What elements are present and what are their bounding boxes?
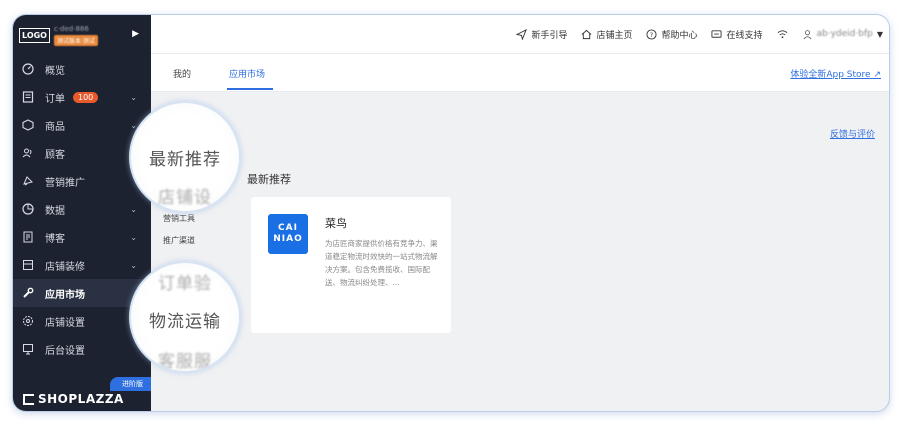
dashboard-icon [21,62,35,76]
sidebar-item-label: 商品 [45,121,65,133]
product-icon [21,118,35,132]
sidebar-item-label: 数据 [45,205,65,217]
sidebar-item-label: 订单 [45,93,65,105]
send-icon [516,28,528,40]
shoplazza-mark-icon [23,393,34,405]
store-home-label: 店铺主页 [596,30,633,41]
tab-app-market[interactable]: 应用市场 [229,67,265,80]
guide-label: 新手引导 [531,30,568,41]
category-marketing-tools[interactable]: 营销工具 [163,213,195,224]
magnified-text: 客服服 [158,352,212,372]
sidebar-item-orders[interactable]: 订单 100 ⌄ [13,83,151,111]
store-plan-badge: 测试版本·测试 [53,34,98,46]
edition-badge: 进阶版 [110,377,151,391]
store-design-icon [21,258,35,272]
store-switch-arrow-icon[interactable]: ▶ [132,29,139,39]
new-app-store-link[interactable]: 体验全新App Store ↗ [790,67,881,80]
sidebar-item-label: 后台设置 [45,345,85,357]
magnifier-top: 最新推荐 店铺设 [129,101,241,213]
marketing-icon [21,174,35,188]
sidebar-item-label: 营销推广 [45,177,85,189]
tabs-bar: 我的 应用市场 体验全新App Store ↗ [151,54,889,92]
sidebar-item-label: 应用市场 [45,289,85,301]
section-title: 最新推荐 [247,173,291,186]
sidebar-item-label: 店铺设置 [45,317,85,329]
caret-down-icon: ▼ [876,29,883,39]
monitor-icon [21,342,35,356]
user-name: ab·ydeid·bfp [816,29,873,39]
store-info: c·ded·886 测试版本·测试 [53,24,98,46]
app-window: LOGO c·ded·886 测试版本·测试 ▶ 概览 订单 100 ⌄ 商品 … [12,14,890,412]
active-tab-indicator [227,88,273,90]
feedback-link[interactable]: 反馈与评价 [830,127,875,140]
gear-icon [21,314,35,328]
guide-link[interactable]: 新手引导 [516,28,567,41]
store-header[interactable]: LOGO c·ded·886 测试版本·测试 ▶ [13,15,151,55]
magnifier-bottom: 订单验 物流运输 客服服 [129,261,241,373]
sidebar-item-products[interactable]: 商品 ⌄ [13,111,151,139]
cainiao-logo: CAI NIAO [268,214,308,254]
sidebar-item-label: 博客 [45,233,65,245]
order-count-badge: 100 [73,91,99,103]
store-logo: LOGO [19,27,50,43]
customers-icon [21,146,35,160]
sidebar-item-label: 店铺装修 [45,261,85,273]
magnified-text: 最新推荐 [149,150,221,170]
app-card-description: 为店匠商家提供价格有竞争力、渠道稳定物流时效快的一站式物流解决方案。包含免费揽收… [325,239,438,287]
chat-icon [711,29,723,38]
chevron-down-icon: ⌄ [130,232,137,242]
wifi-icon [777,29,787,38]
shoplazza-logo: SHOPLAZZA [23,392,124,406]
svg-text:?: ? [650,30,653,38]
user-menu[interactable]: ab·ydeid·bfp ▼ [802,29,883,40]
help-icon: ? [646,28,658,40]
sidebar-item-blog[interactable]: 博客 ⌄ [13,223,151,251]
blog-icon [21,230,35,244]
store-home-link[interactable]: 店铺主页 [581,28,632,41]
sidebar-item-overview[interactable]: 概览 [13,55,151,83]
chevron-down-icon: ⌄ [130,92,137,102]
external-link-icon: ↗ [873,70,881,80]
app-card-cainiao[interactable]: CAI NIAO 菜鸟 为店匠商家提供价格有竞争力、渠道稳定物流时效快的一站式物… [251,197,451,333]
online-support-label: 在线支持 [726,30,763,41]
magnified-text: 店铺设 [158,188,212,208]
order-icon [21,90,35,104]
network-status[interactable] [777,29,788,40]
shoplazza-wordmark: SHOPLAZZA [38,392,124,406]
data-icon [21,202,35,216]
magnified-text: 物流运输 [149,312,221,332]
help-center-label: 帮助中心 [661,30,698,41]
wrench-icon [21,286,35,300]
store-name: c·ded·886 [53,24,89,33]
magnified-text: 订单验 [158,274,212,294]
category-promotion-channels[interactable]: 推广渠道 [163,235,195,246]
tab-mine[interactable]: 我的 [173,67,191,80]
user-icon [802,29,812,39]
home-icon [582,29,592,39]
app-card-title: 菜鸟 [325,217,347,230]
online-support-link[interactable]: 在线支持 [711,28,763,41]
sidebar-item-label: 顾客 [45,149,65,161]
top-bar: 新手引导 店铺主页 ? 帮助中心 在线支持 ab·ydeid·bfp ▼ [151,15,889,54]
help-center-link[interactable]: ? 帮助中心 [646,28,697,41]
sidebar-item-label: 概览 [45,65,65,77]
sidebar-footer: 进阶版 SHOPLAZZA [13,377,151,411]
